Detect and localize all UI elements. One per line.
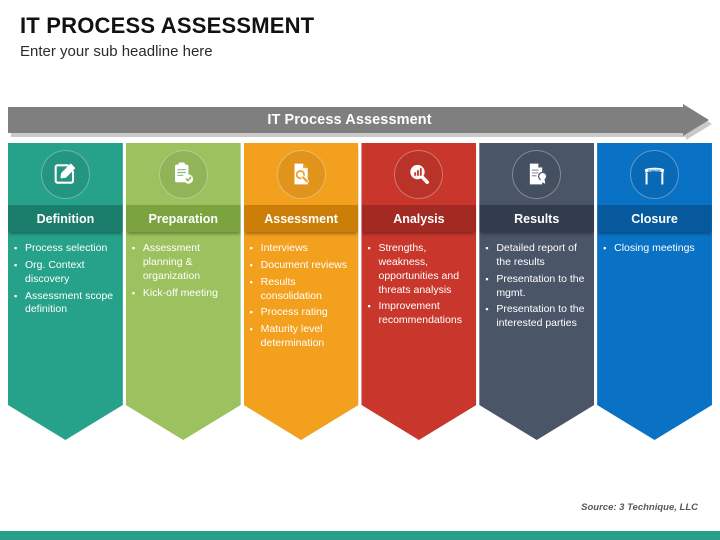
phase-column-definition[interactable]: Definition ▪ Process selection ▪ Org. Contex… bbox=[8, 143, 123, 440]
bullet-dot-icon: ▪ bbox=[249, 276, 253, 287]
bullet-dot-icon: ▪ bbox=[131, 287, 136, 298]
bullet-dot-icon: ▪ bbox=[485, 243, 489, 253]
certificate-document-icon bbox=[512, 149, 562, 199]
list-item: ▪ Process rating bbox=[250, 306, 355, 320]
bullet-text: Process selection bbox=[25, 242, 108, 254]
edit-square-icon bbox=[40, 149, 90, 199]
bullet-dot-icon: ▪ bbox=[249, 307, 253, 318]
clipboard-check-icon bbox=[158, 149, 208, 199]
bullet-text: Org. Context discovery bbox=[25, 258, 85, 285]
list-item: ▪ Document reviews bbox=[250, 259, 355, 273]
list-item: ▪ Process selection bbox=[14, 242, 119, 256]
bullet-text: Improvement recommendations bbox=[378, 300, 462, 327]
phase-bullet-list: ▪ Strengths, weakness, opportunities and … bbox=[361, 232, 476, 440]
list-item: ▪ Strengths, weakness, opportunities and … bbox=[367, 242, 472, 297]
phase-icon-area bbox=[8, 143, 123, 205]
phase-column-closure[interactable]: FINISH Closure ▪ Closing meetings bbox=[597, 143, 712, 440]
phase-title: Definition bbox=[8, 205, 123, 232]
phase-bullet-list: ▪ Closing meetings bbox=[597, 232, 712, 440]
list-item: ▪ Detailed report of the results bbox=[485, 242, 590, 270]
magnifier-chart-icon bbox=[394, 149, 444, 199]
phase-bullet-list: ▪ Assessment planning & organization ▪ Kick… bbox=[126, 232, 241, 440]
phase-column-assessment[interactable]: Assessment ▪ Interviews ▪ Document reviews ▪ R… bbox=[243, 143, 359, 440]
svg-text:FINISH: FINISH bbox=[648, 168, 661, 172]
document-search-icon bbox=[276, 149, 326, 199]
bullet-dot-icon: ▪ bbox=[249, 324, 253, 335]
bullet-text: Presentation to the mgmt. bbox=[496, 272, 585, 299]
list-item: ▪ Closing meetings bbox=[603, 242, 708, 256]
list-item: ▪ Results consolidation bbox=[250, 276, 355, 304]
phase-title: Assessment bbox=[243, 205, 359, 232]
phase-icon-area bbox=[244, 143, 359, 205]
finish-line-icon: FINISH bbox=[630, 149, 680, 199]
list-item: ▪ Interviews bbox=[250, 242, 355, 256]
bullet-dot-icon: ▪ bbox=[485, 304, 489, 315]
list-item: ▪ Assessment scope definition bbox=[14, 290, 119, 318]
bullet-text: Presentation to the interested parties bbox=[496, 303, 585, 330]
phase-column-results[interactable]: Results ▪ Detailed report of the results ▪ P… bbox=[479, 143, 595, 440]
phase-icon-area: FINISH bbox=[597, 143, 712, 205]
phase-icon-area bbox=[479, 143, 594, 205]
bullet-dot-icon: ▪ bbox=[485, 273, 489, 284]
phase-column-analysis[interactable]: Analysis ▪ Strengths, weakness, opportunit… bbox=[361, 143, 477, 440]
list-item: ▪ Improvement recommendations bbox=[367, 300, 472, 328]
page-subtitle: Enter your sub headline here bbox=[20, 43, 213, 61]
bullet-text: Document reviews bbox=[260, 258, 348, 271]
bullet-dot-icon: ▪ bbox=[249, 243, 253, 253]
list-item: ▪ Maturity level determination bbox=[250, 323, 355, 351]
header: IT PROCESS ASSESSMENT Enter your sub hea… bbox=[20, 13, 680, 61]
bullet-dot-icon: ▪ bbox=[14, 243, 18, 253]
bullet-text: Strengths, weakness, opportunities and t… bbox=[378, 242, 460, 296]
banner-arrow: IT Process Assessment bbox=[8, 104, 709, 136]
list-item: ▪ Assessment planning & organization bbox=[132, 242, 237, 284]
banner-label: IT Process Assessment bbox=[267, 112, 432, 128]
process-banner: IT Process Assessment bbox=[8, 104, 712, 138]
phase-icon-area bbox=[361, 143, 476, 205]
bullet-text: Maturity level determination bbox=[260, 323, 325, 350]
bullet-text: Process rating bbox=[260, 306, 328, 319]
bullet-dot-icon: ▪ bbox=[367, 301, 371, 312]
phase-columns: Definition ▪ Process selection ▪ Org. Contex… bbox=[8, 143, 712, 443]
phase-bullet-list: ▪ Process selection ▪ Org. Context discover… bbox=[8, 232, 123, 440]
list-item: ▪ Presentation to the interested parties bbox=[485, 303, 590, 331]
source-credit: Source: 3 Technique, LLC bbox=[581, 502, 698, 513]
phase-title: Closure bbox=[597, 205, 712, 232]
bullet-text: Closing meetings bbox=[614, 242, 695, 254]
bullet-dot-icon: ▪ bbox=[14, 259, 18, 270]
bullet-text: Assessment planning & organization bbox=[142, 242, 201, 282]
bullet-dot-icon: ▪ bbox=[367, 243, 371, 253]
bullet-text: Kick-off meeting bbox=[142, 286, 218, 299]
list-item: ▪ Org. Context discovery bbox=[14, 259, 119, 287]
bullet-dot-icon: ▪ bbox=[131, 243, 136, 253]
phase-column-preparation[interactable]: Preparation ▪ Assessment planning & organi… bbox=[125, 143, 241, 440]
phase-bullet-list: ▪ Detailed report of the results ▪ Presenta… bbox=[479, 232, 594, 440]
page-title: IT PROCESS ASSESSMENT bbox=[20, 13, 315, 38]
bullet-text: Assessment scope definition bbox=[25, 289, 114, 316]
bullet-dot-icon: ▪ bbox=[603, 243, 607, 253]
phase-title: Preparation bbox=[125, 205, 241, 232]
phase-title: Analysis bbox=[361, 205, 477, 232]
list-item: ▪ Presentation to the mgmt. bbox=[485, 273, 590, 301]
phase-title: Results bbox=[479, 205, 595, 232]
bottom-accent-bar bbox=[0, 531, 720, 540]
bullet-text: Results consolidation bbox=[260, 275, 322, 302]
list-item: ▪ Kick-off meeting bbox=[132, 287, 237, 301]
bullet-dot-icon: ▪ bbox=[249, 259, 253, 270]
bullet-text: Interviews bbox=[260, 242, 308, 254]
bullet-text: Detailed report of the results bbox=[496, 242, 577, 268]
phase-bullet-list: ▪ Interviews ▪ Document reviews ▪ Results con… bbox=[244, 232, 359, 440]
bullet-dot-icon: ▪ bbox=[14, 290, 18, 301]
phase-icon-area bbox=[126, 143, 241, 205]
slide-canvas: IT PROCESS ASSESSMENT Enter your sub hea… bbox=[0, 0, 720, 540]
